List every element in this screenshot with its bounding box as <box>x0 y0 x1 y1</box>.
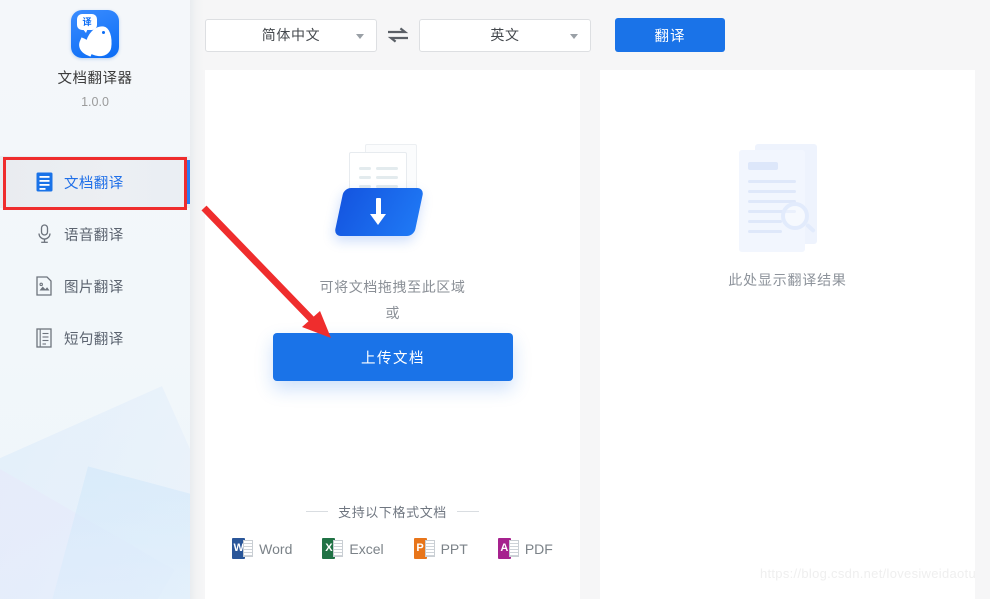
format-ppt: P PPT <box>414 538 468 559</box>
upload-document-button[interactable]: 上传文档 <box>273 333 513 381</box>
sidebar-edge-shadow <box>190 0 204 599</box>
sidebar: 译 文档翻译器 1.0.0 文档翻译 <box>0 0 190 599</box>
microphone-icon <box>35 224 53 244</box>
format-excel: X Excel <box>322 538 383 559</box>
swap-horizontal-icon <box>387 27 409 43</box>
sidebar-item-document-translate[interactable]: 文档翻译 <box>0 156 190 208</box>
sidebar-decoration-shape <box>39 466 190 599</box>
supported-formats-title: 支持以下格式文档 <box>205 502 580 521</box>
sidebar-item-sentence-translate[interactable]: 短句翻译 <box>0 312 190 364</box>
format-label: PPT <box>441 541 468 557</box>
app-version: 1.0.0 <box>0 95 190 109</box>
sidebar-decoration-shape <box>0 455 175 599</box>
sidebar-item-label: 语音翻译 <box>64 224 124 245</box>
image-icon <box>35 276 53 296</box>
document-search-icon <box>733 140 843 258</box>
sidebar-item-label: 文档翻译 <box>64 172 124 193</box>
drop-zone-hint: 可将文档拖拽至此区域 <box>205 277 580 297</box>
app-window: 译 文档翻译器 1.0.0 文档翻译 <box>0 0 990 599</box>
sidebar-item-label: 短句翻译 <box>64 328 124 349</box>
format-label: PDF <box>525 541 553 557</box>
format-label: Excel <box>349 541 383 557</box>
watermark: https://blog.csdn.net/lovesiweidaotu <box>760 566 976 581</box>
sidebar-item-label: 图片翻译 <box>64 276 124 297</box>
sidebar-decoration-shape <box>0 386 190 599</box>
sidebar-nav: 文档翻译 语音翻译 <box>0 156 190 364</box>
target-language-select[interactable]: 英文 <box>419 19 591 52</box>
upload-panel[interactable]: 可将文档拖拽至此区域 或 上传文档 支持以下格式文档 W Word X E <box>205 70 580 599</box>
app-title: 文档翻译器 <box>0 67 190 88</box>
target-language-value: 英文 <box>490 25 519 45</box>
swap-languages-button[interactable] <box>377 19 419 52</box>
format-word: W Word <box>232 538 292 559</box>
app-logo-icon: 译 <box>71 10 119 58</box>
divider <box>306 511 328 512</box>
document-upload-icon <box>333 138 453 250</box>
divider <box>457 511 479 512</box>
document-icon <box>35 172 53 192</box>
format-label: Word <box>259 541 292 557</box>
brand-block: 译 文档翻译器 1.0.0 <box>0 0 190 109</box>
supported-formats-label: 支持以下格式文档 <box>338 502 447 521</box>
toolbar: 简体中文 英文 翻译 <box>205 0 990 70</box>
supported-formats-list: W Word X Excel P PPT <box>205 538 580 559</box>
translate-button[interactable]: 翻译 <box>615 18 725 52</box>
excel-file-icon: X <box>322 538 343 559</box>
format-pdf: A PDF <box>498 538 553 559</box>
chevron-down-icon <box>356 34 364 39</box>
source-language-value: 简体中文 <box>262 25 320 45</box>
chevron-down-icon <box>570 34 578 39</box>
result-panel: 此处显示翻译结果 <box>600 70 975 599</box>
drop-zone-or-text: 或 <box>205 303 580 323</box>
pdf-file-icon: A <box>498 538 519 559</box>
powerpoint-file-icon: P <box>414 538 435 559</box>
text-lines-icon <box>35 328 53 348</box>
word-file-icon: W <box>232 538 253 559</box>
sidebar-item-image-translate[interactable]: 图片翻译 <box>0 260 190 312</box>
sidebar-item-voice-translate[interactable]: 语音翻译 <box>0 208 190 260</box>
source-language-select[interactable]: 简体中文 <box>205 19 377 52</box>
result-placeholder-text: 此处显示翻译结果 <box>600 270 975 290</box>
